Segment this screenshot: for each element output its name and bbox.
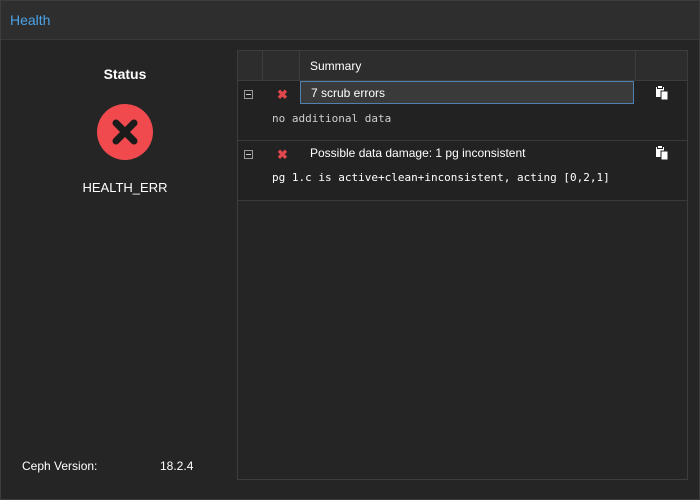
row-detail: no additional data — [272, 112, 392, 125]
copy-icon[interactable] — [654, 85, 670, 101]
row-detail: pg 1.c is active+clean+inconsistent, act… — [272, 171, 610, 184]
table-row[interactable]: ✖ 7 scrub errors no additional data — [238, 81, 687, 141]
severity-column-header — [263, 51, 300, 80]
panel-body: Status HEALTH_ERR Ceph Version: 18.2.4 S… — [1, 40, 699, 499]
summary-column-header[interactable]: Summary — [300, 51, 636, 80]
error-x-circle-icon — [97, 104, 153, 160]
row-summary[interactable]: 7 scrub errors — [300, 81, 634, 104]
summary-column-label: Summary — [310, 59, 362, 73]
health-panel: Health Status HEALTH_ERR Ceph Version: 1… — [0, 0, 700, 500]
copy-icon[interactable] — [654, 145, 670, 161]
health-status-text: HEALTH_ERR — [82, 180, 168, 195]
health-checks-grid: Summary ✖ 7 scrub errors no additional d… — [237, 50, 688, 480]
grid-header: Summary — [238, 51, 687, 81]
error-x-icon: ✖ — [277, 147, 288, 162]
ceph-version-label: Ceph Version: — [22, 459, 98, 473]
panel-header: Health — [1, 1, 699, 40]
row-summary[interactable]: Possible data damage: 1 pg inconsistent — [300, 142, 634, 165]
error-x-icon: ✖ — [277, 87, 288, 102]
ceph-version-value: 18.2.4 — [160, 459, 194, 473]
table-row[interactable]: ✖ Possible data damage: 1 pg inconsisten… — [238, 141, 687, 201]
expander-column-header — [238, 51, 263, 80]
collapse-row-icon[interactable] — [244, 90, 253, 99]
collapse-row-icon[interactable] — [244, 150, 253, 159]
status-heading: Status — [103, 66, 147, 82]
panel-title: Health — [10, 12, 51, 28]
